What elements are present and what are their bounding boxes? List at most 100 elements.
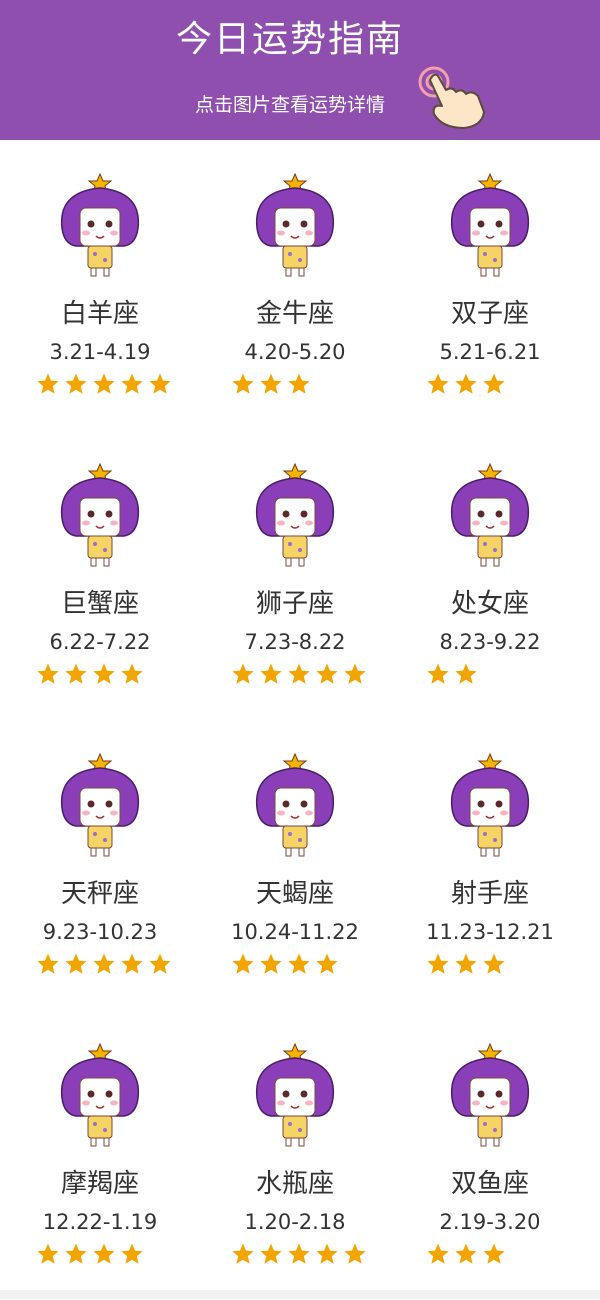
rating-stars [36, 372, 172, 398]
rating-star-icon [483, 1243, 505, 1264]
gemini-avatar-icon[interactable] [440, 170, 540, 280]
sign-name: 水瓶座 [255, 1169, 334, 1199]
capricorn-avatar-icon[interactable] [50, 1040, 150, 1150]
sign-name: 巨蟹座 [60, 589, 139, 619]
rating-star-icon [149, 953, 171, 974]
sign-name: 处女座 [450, 589, 529, 619]
rating-star-icon [232, 1243, 254, 1264]
rating-star-icon [65, 1243, 87, 1264]
rating-stars [36, 662, 144, 688]
rating-star-icon [288, 1243, 310, 1264]
rating-star-icon [455, 663, 477, 684]
rating-star-icon [65, 373, 87, 394]
zodiac-card[interactable]: 水瓶座 1.20-2.18 [195, 1010, 395, 1300]
rating-stars [426, 372, 506, 398]
rating-star-icon [37, 373, 59, 394]
zodiac-card[interactable]: 摩羯座 12.22-1.19 [0, 1010, 200, 1300]
leo-avatar-icon[interactable] [245, 460, 345, 570]
bottom-divider [0, 1290, 600, 1299]
rating-stars [231, 952, 339, 978]
sign-name: 摩羯座 [60, 1169, 139, 1199]
zodiac-card[interactable]: 处女座 8.23-9.22 [390, 430, 590, 720]
zodiac-card[interactable]: 双子座 5.21-6.21 [390, 140, 590, 430]
rating-stars [36, 1242, 144, 1268]
rating-star-icon [260, 1243, 282, 1264]
sign-name: 射手座 [450, 879, 529, 909]
rating-star-icon [427, 663, 449, 684]
rating-star-icon [344, 663, 366, 684]
sign-name: 金牛座 [255, 299, 334, 329]
rating-star-icon [288, 373, 310, 394]
sagittarius-avatar-icon[interactable] [440, 750, 540, 860]
libra-avatar-icon[interactable] [50, 750, 150, 860]
aries-avatar-icon[interactable] [50, 170, 150, 280]
sign-dates: 5.21-6.21 [439, 340, 541, 364]
rating-star-icon [344, 1243, 366, 1264]
rating-star-icon [427, 1243, 449, 1264]
rating-star-icon [37, 953, 59, 974]
rating-stars [231, 1242, 367, 1268]
sign-name: 天蝎座 [255, 879, 334, 909]
rating-star-icon [455, 373, 477, 394]
rating-star-icon [37, 663, 59, 684]
rating-star-icon [93, 373, 115, 394]
sign-dates: 6.22-7.22 [49, 630, 151, 654]
scorpio-avatar-icon[interactable] [245, 750, 345, 860]
rating-star-icon [260, 953, 282, 974]
rating-star-icon [121, 663, 143, 684]
rating-star-icon [427, 953, 449, 974]
rating-star-icon [427, 373, 449, 394]
rating-star-icon [483, 953, 505, 974]
rating-star-icon [121, 953, 143, 974]
rating-star-icon [37, 1243, 59, 1264]
rating-star-icon [65, 953, 87, 974]
virgo-avatar-icon[interactable] [440, 460, 540, 570]
rating-stars [426, 1242, 506, 1268]
zodiac-card[interactable]: 狮子座 7.23-8.22 [195, 430, 395, 720]
zodiac-card[interactable]: 天秤座 9.23-10.23 [0, 720, 200, 1010]
sign-name: 狮子座 [255, 589, 334, 619]
rating-star-icon [93, 1243, 115, 1264]
rating-stars [231, 662, 367, 688]
rating-star-icon [260, 373, 282, 394]
rating-stars [426, 952, 506, 978]
zodiac-card[interactable]: 双鱼座 2.19-3.20 [390, 1010, 590, 1300]
sign-dates: 3.21-4.19 [49, 340, 151, 364]
rating-star-icon [288, 663, 310, 684]
header: 今日运势指南 点击图片查看运势详情 [0, 0, 600, 140]
sign-name: 双子座 [450, 299, 529, 329]
sign-dates: 7.23-8.22 [244, 630, 346, 654]
rating-star-icon [232, 663, 254, 684]
rating-star-icon [121, 373, 143, 394]
rating-star-icon [65, 663, 87, 684]
zodiac-card[interactable]: 射手座 11.23-12.21 [390, 720, 590, 1010]
page-subtitle: 点击图片查看运势详情 [194, 94, 385, 116]
rating-star-icon [232, 953, 254, 974]
rating-star-icon [455, 953, 477, 974]
rating-star-icon [316, 953, 338, 974]
rating-star-icon [483, 373, 505, 394]
zodiac-grid: 白羊座 3.21-4.19 金牛座 4.20-5.20 双子座 5.21-6.2… [0, 140, 600, 1299]
pisces-avatar-icon[interactable] [440, 1040, 540, 1150]
aquarius-avatar-icon[interactable] [245, 1040, 345, 1150]
sign-dates: 9.23-10.23 [42, 920, 158, 944]
sign-name: 天秤座 [60, 879, 139, 909]
taurus-avatar-icon[interactable] [245, 170, 345, 280]
page-title: 今日运势指南 [175, 19, 404, 60]
sign-name: 双鱼座 [450, 1169, 529, 1199]
sign-name: 白羊座 [60, 299, 139, 329]
rating-star-icon [232, 373, 254, 394]
sign-dates: 8.23-9.22 [439, 630, 541, 654]
rating-star-icon [455, 1243, 477, 1264]
zodiac-card[interactable]: 天蝎座 10.24-11.22 [195, 720, 395, 1010]
zodiac-card[interactable]: 巨蟹座 6.22-7.22 [0, 430, 200, 720]
rating-star-icon [288, 953, 310, 974]
sign-dates: 4.20-5.20 [244, 340, 346, 364]
zodiac-card[interactable]: 金牛座 4.20-5.20 [195, 140, 395, 430]
rating-star-icon [316, 1243, 338, 1264]
zodiac-card[interactable]: 白羊座 3.21-4.19 [0, 140, 200, 430]
rating-stars [231, 372, 311, 398]
cancer-avatar-icon[interactable] [50, 460, 150, 570]
sign-dates: 1.20-2.18 [244, 1210, 346, 1234]
rating-star-icon [121, 1243, 143, 1264]
